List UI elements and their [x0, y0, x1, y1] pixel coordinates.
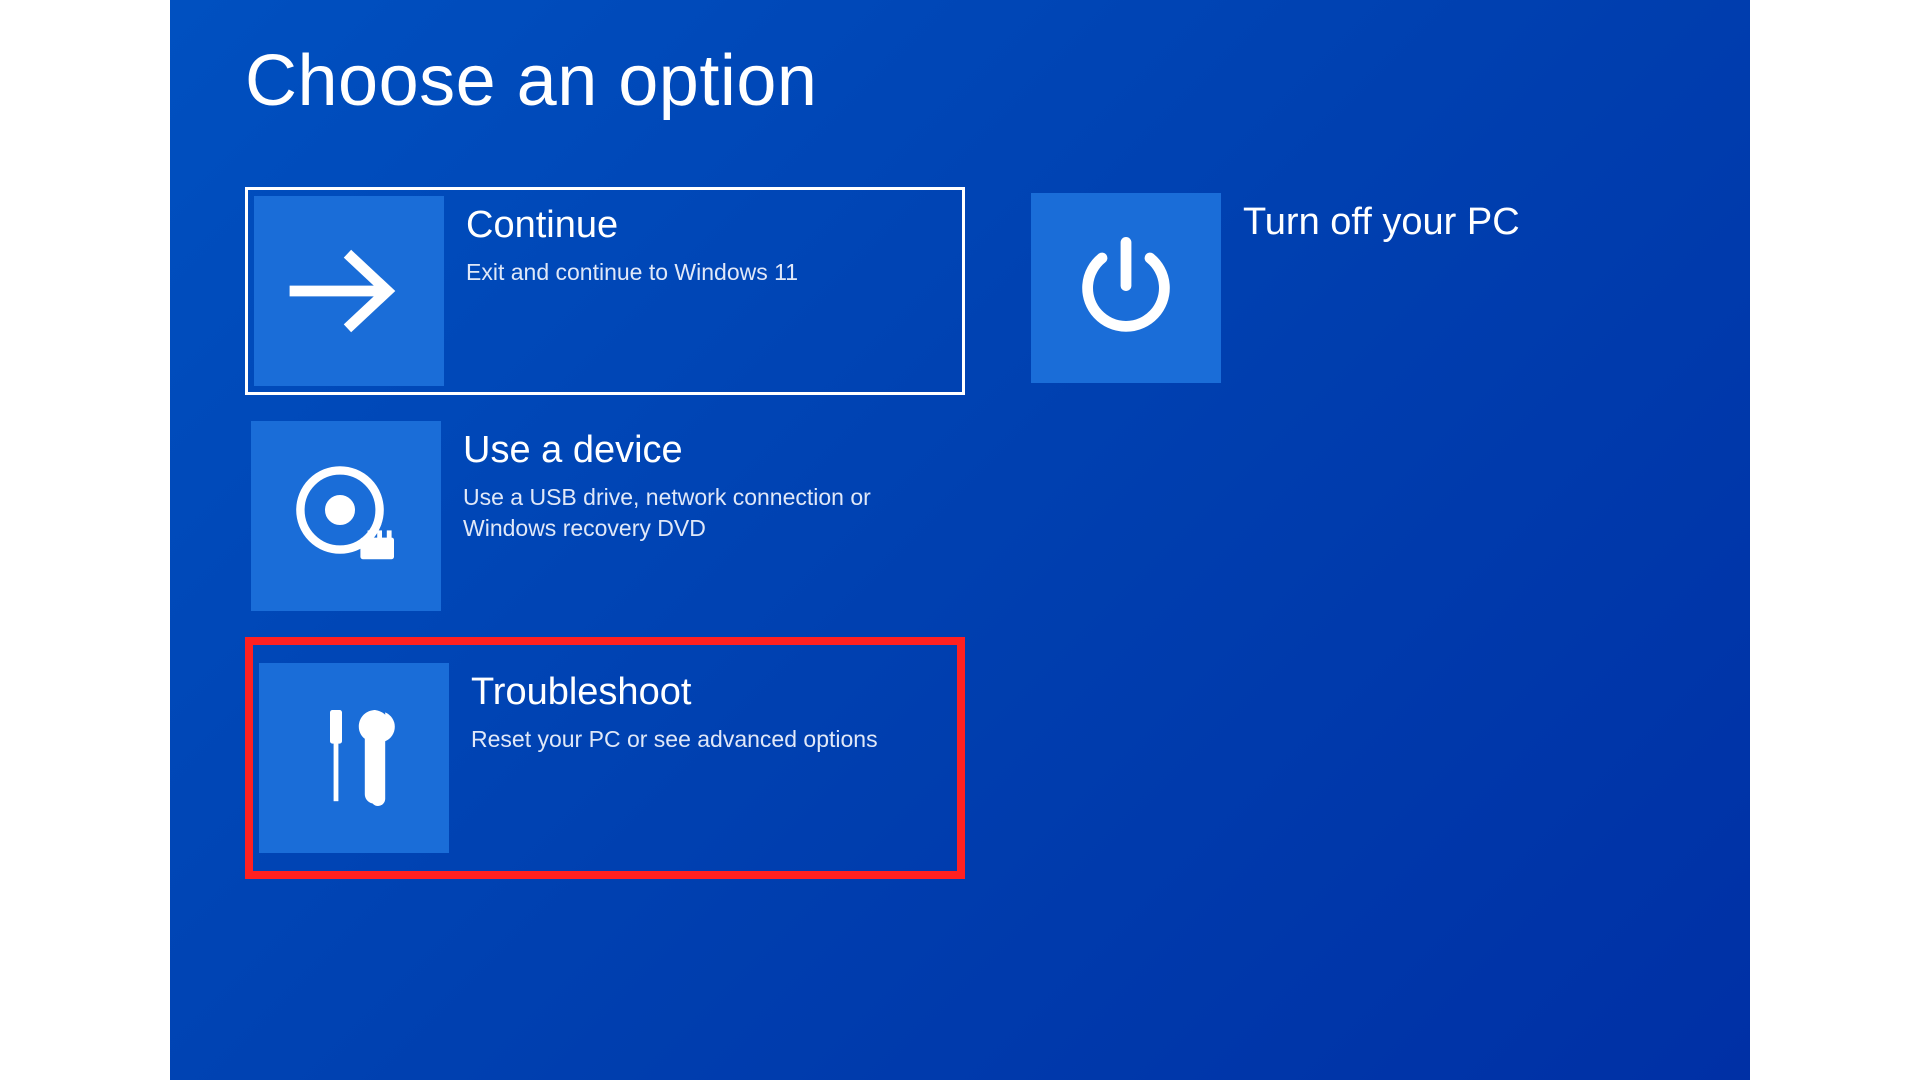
- turn-off-text: Turn off your PC: [1243, 193, 1530, 254]
- troubleshoot-description: Reset your PC or see advanced options: [471, 724, 878, 755]
- continue-text: Continue Exit and continue to Windows 11: [466, 196, 808, 288]
- troubleshoot-title: Troubleshoot: [471, 671, 878, 714]
- use-device-text: Use a device Use a USB drive, network co…: [463, 421, 959, 544]
- power-icon: [1031, 193, 1221, 383]
- continue-description: Exit and continue to Windows 11: [466, 257, 798, 288]
- continue-option[interactable]: Continue Exit and continue to Windows 11: [245, 187, 965, 395]
- arrow-right-icon: [254, 196, 444, 386]
- use-device-description: Use a USB drive, network connection or W…: [463, 482, 949, 544]
- tools-icon: [259, 663, 449, 853]
- continue-title: Continue: [466, 204, 798, 247]
- troubleshoot-option[interactable]: Troubleshoot Reset your PC or see advanc…: [245, 637, 965, 879]
- windows-recovery-screen: Choose an option Continue Exit and conti…: [170, 0, 1750, 1080]
- use-device-option[interactable]: Use a device Use a USB drive, network co…: [245, 415, 965, 617]
- turn-off-title: Turn off your PC: [1243, 201, 1520, 244]
- page-title: Choose an option: [245, 40, 1750, 122]
- options-container: Continue Exit and continue to Windows 11…: [245, 187, 1750, 879]
- use-device-title: Use a device: [463, 429, 949, 472]
- disc-icon: [251, 421, 441, 611]
- turn-off-option[interactable]: Turn off your PC: [1025, 187, 1745, 395]
- troubleshoot-text: Troubleshoot Reset your PC or see advanc…: [471, 663, 888, 755]
